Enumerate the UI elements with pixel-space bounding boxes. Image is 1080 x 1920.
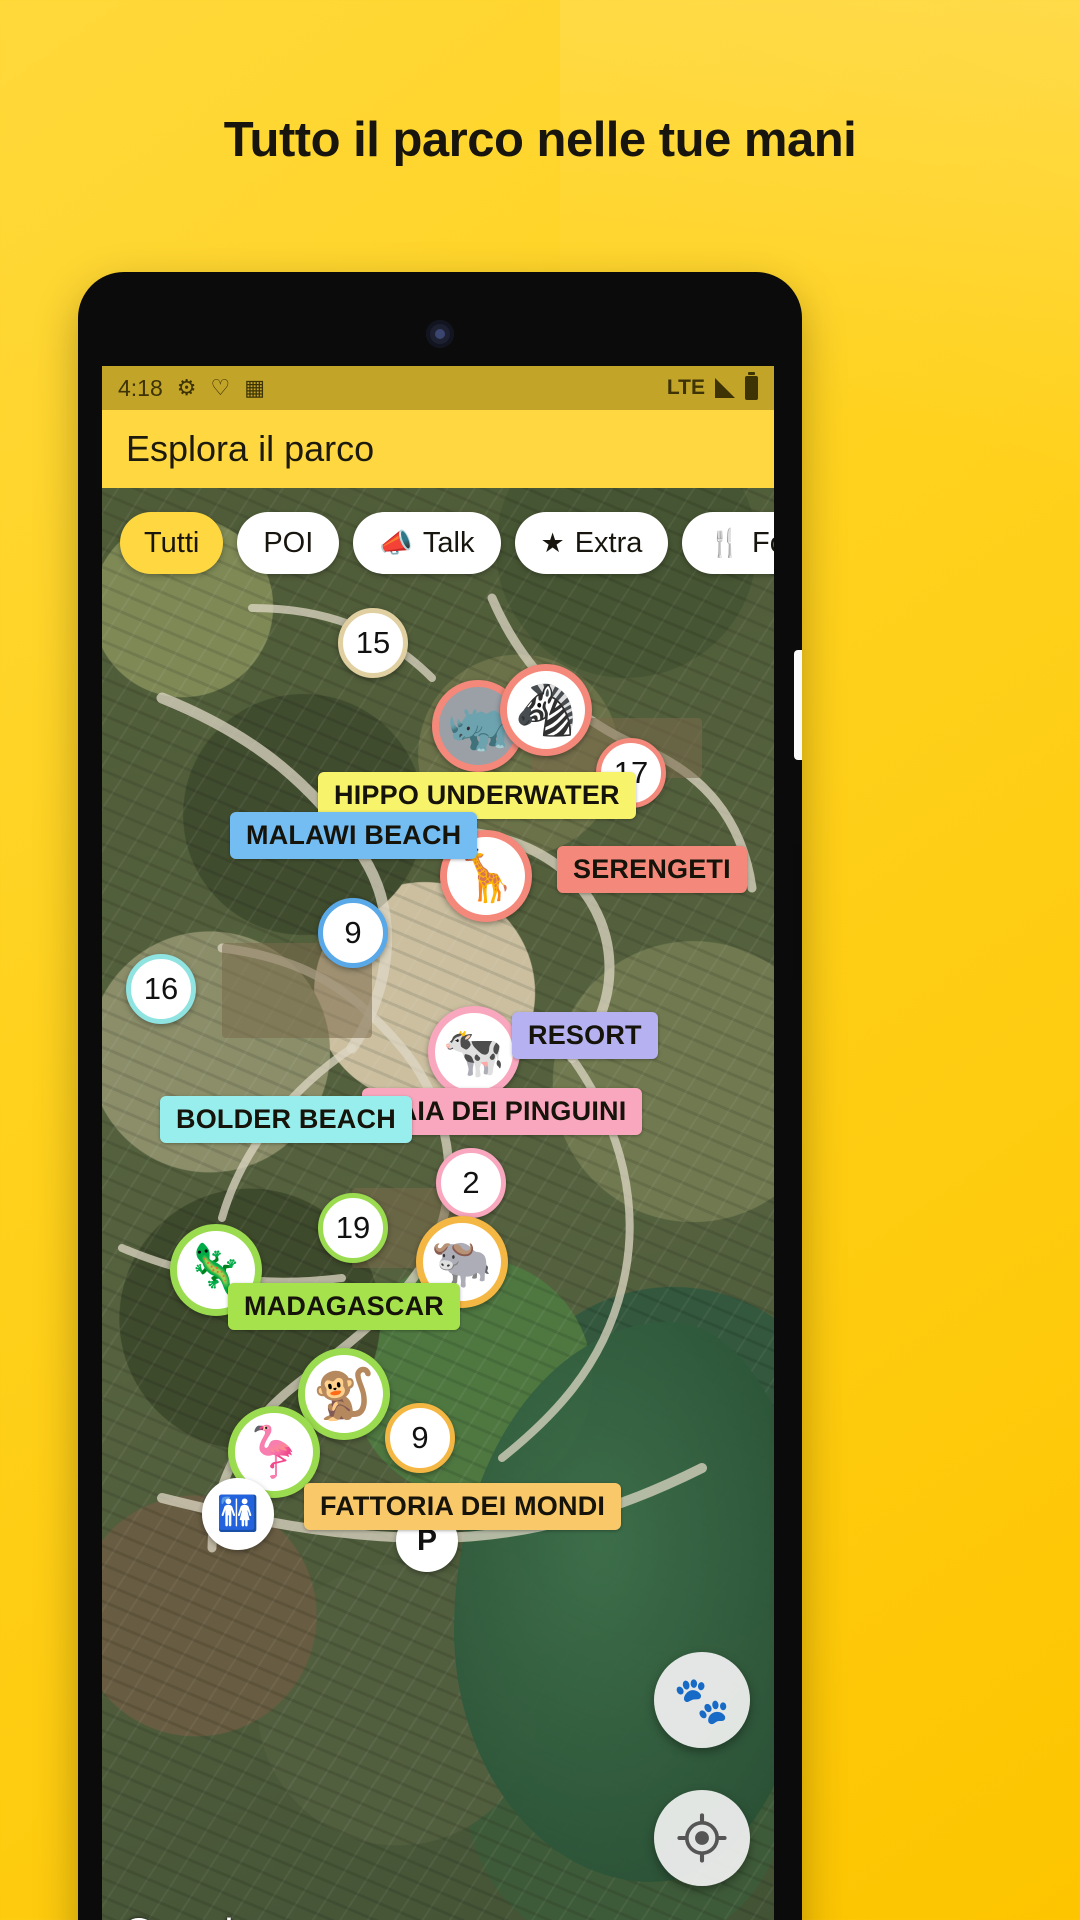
map-marker-restroom[interactable]: 🚻 xyxy=(202,1478,274,1550)
marker-label: 2 xyxy=(462,1165,480,1200)
app-bar: Esplora il parco xyxy=(102,410,774,488)
filter-chip-label: Tutti xyxy=(144,526,200,559)
map-label-text: MALAWI BEACH xyxy=(246,820,462,850)
map-label-text: FATTORIA DEI MONDI xyxy=(320,1491,606,1521)
map-label-malawi-beach[interactable]: MALAWI BEACH xyxy=(230,812,478,859)
filter-chip-label: POI xyxy=(263,526,314,559)
phone-frame: 4:18 ⚙ ♡ ▦ LTE Esplora il parco Tutti PO… xyxy=(78,272,802,1920)
map-label-text: MADAGASCAR xyxy=(244,1291,444,1321)
filter-chip-tutti[interactable]: Tutti xyxy=(120,512,224,574)
map-label-text: SERENGETI xyxy=(573,854,731,884)
animals-filter-fab[interactable]: 🐾 xyxy=(654,1652,750,1748)
filter-chip-extra[interactable]: ★ Extra xyxy=(514,512,669,574)
status-bar: 4:18 ⚙ ♡ ▦ LTE xyxy=(102,366,774,410)
filter-chip-label: Food xyxy=(752,526,774,559)
network-type-label: LTE xyxy=(666,376,705,399)
marker-label: 16 xyxy=(143,971,179,1006)
marker-label: 9 xyxy=(344,915,362,950)
zebra-icon: 🦓 xyxy=(514,681,578,738)
map-label-text: BOLDER BEACH xyxy=(176,1104,396,1134)
filter-chip-food[interactable]: 🍴 Food xyxy=(682,512,774,574)
flamingo-icon: 🦩 xyxy=(242,1423,306,1480)
google-attribution: Google xyxy=(122,1912,258,1920)
page-title: Esplora il parco xyxy=(126,428,375,469)
map-label-text: HIPPO UNDERWATER xyxy=(334,780,620,810)
map-canvas[interactable]: Tutti POI 📣 Talk ★ Extra 🍴 Food xyxy=(102,488,774,1920)
map-label-fattoria-dei-mondi[interactable]: FATTORIA DEI MONDI xyxy=(304,1483,622,1530)
megaphone-icon: 📣 xyxy=(379,527,413,558)
filter-chip-talk[interactable]: 📣 Talk xyxy=(353,512,501,574)
star-icon: ★ xyxy=(540,527,565,558)
map-label-resort[interactable]: RESORT xyxy=(512,1012,658,1059)
page-headline: Tutto il parco nelle tue mani xyxy=(223,113,857,167)
cow-icon: 🐄 xyxy=(442,1023,506,1080)
map-marker-number[interactable]: 19 xyxy=(318,1193,388,1263)
filter-chip-poi[interactable]: POI xyxy=(237,512,340,574)
map-marker-number[interactable]: 9 xyxy=(385,1403,455,1473)
status-time: 4:18 xyxy=(118,374,163,401)
front-camera-icon xyxy=(426,320,454,348)
heart-pulse-icon: ♡ xyxy=(210,375,231,400)
marker-label: 9 xyxy=(411,1420,429,1455)
map-label-serengeti[interactable]: SERENGETI xyxy=(557,846,747,893)
filter-chip-label: Extra xyxy=(574,526,643,559)
battery-full-icon xyxy=(745,372,758,400)
crosshair-icon xyxy=(677,1813,727,1863)
toilet-icon: 🚻 xyxy=(216,1495,260,1533)
map-marker-zebra[interactable]: 🦓 xyxy=(500,664,592,756)
sd-card-icon: ▦ xyxy=(244,375,266,400)
map-label-text: RESORT xyxy=(528,1020,642,1050)
gear-icon: ⚙ xyxy=(176,375,197,400)
map-label-bolder-beach[interactable]: BOLDER BEACH xyxy=(160,1096,412,1143)
marker-label: 19 xyxy=(335,1210,371,1245)
power-button[interactable] xyxy=(793,844,802,980)
filter-chip-label: Talk xyxy=(422,526,475,559)
map-marker-cow[interactable]: 🐄 xyxy=(428,1006,520,1098)
volume-button[interactable] xyxy=(794,650,802,760)
map-label-text: BAIA DEI PINGUINI xyxy=(378,1096,627,1126)
my-location-fab[interactable] xyxy=(654,1790,750,1886)
lemur-icon: 🐒 xyxy=(312,1365,376,1422)
signal-bars-icon xyxy=(715,378,735,398)
map-marker-number[interactable]: 2 xyxy=(436,1148,506,1218)
marker-label: 15 xyxy=(355,625,391,660)
cutlery-icon: 🍴 xyxy=(708,527,743,558)
filter-chip-row[interactable]: Tutti POI 📣 Talk ★ Extra 🍴 Food xyxy=(102,512,774,574)
map-marker-number[interactable]: 16 xyxy=(126,954,196,1024)
status-indicators: LTE xyxy=(666,372,758,400)
phone-screen: 4:18 ⚙ ♡ ▦ LTE Esplora il parco Tutti PO… xyxy=(102,366,774,1920)
map-marker-number[interactable]: 9 xyxy=(318,898,388,968)
paw-icon: 🐾 xyxy=(673,1673,731,1726)
map-label-madagascar[interactable]: MADAGASCAR xyxy=(228,1283,460,1330)
map-marker-number[interactable]: 15 xyxy=(338,608,408,678)
